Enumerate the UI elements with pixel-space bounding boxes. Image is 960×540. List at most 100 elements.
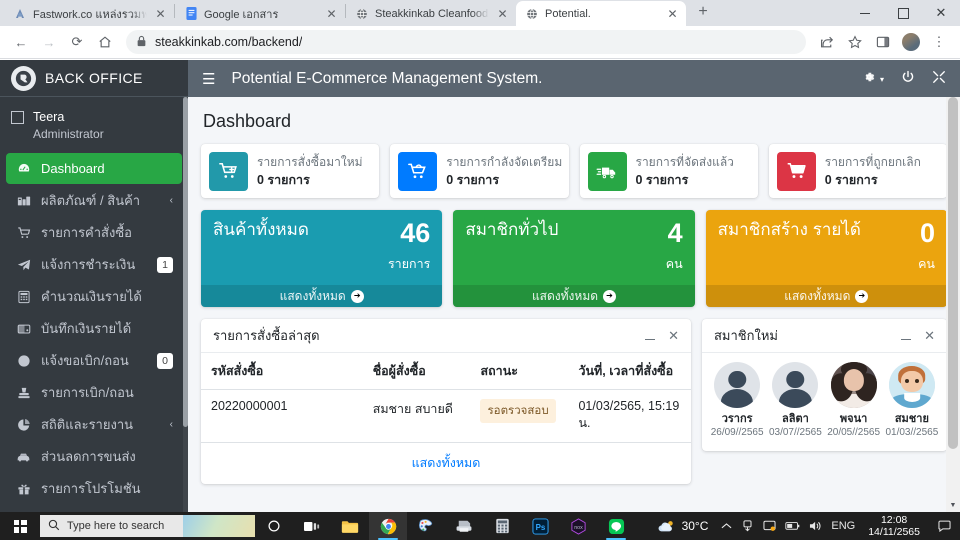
arrow-circle-right-icon: ➔	[855, 289, 869, 303]
sidebar-item-products[interactable]: ผลิตภัณฑ์ / สินค้า ‹	[6, 185, 182, 216]
browser-tab-1[interactable]: Fastwork.co แหล่งรวมฟรีแลนซ์คุณภ... ✕	[4, 1, 174, 26]
sidebar-item-shipping-discount[interactable]: ส่วนลดการขนส่ง	[6, 441, 182, 472]
window-minimize-button[interactable]	[846, 0, 884, 26]
list-item[interactable]: วรากร 26/09//2565	[710, 362, 764, 439]
browser-tab-4-active[interactable]: Potential. ✕	[516, 1, 686, 26]
user-name: Teera	[33, 110, 65, 124]
browser-tab-3[interactable]: Steakkinkab Cleanfood. ✕	[346, 1, 516, 26]
reload-icon[interactable]: ⟳	[64, 29, 90, 55]
language-indicator[interactable]: ENG	[831, 520, 855, 532]
power-icon[interactable]	[901, 70, 915, 87]
battery-icon[interactable]	[785, 521, 800, 531]
hamburger-icon[interactable]: ☰	[202, 70, 215, 88]
search-input[interactable]: Type here to search	[40, 515, 255, 537]
member-date: 01/03//2565	[885, 427, 939, 439]
table-row[interactable]: 20220000001 สมชาย สบายดี รอตรวจสอบ 01/03…	[201, 389, 691, 443]
stat-box-income-members[interactable]: สมาชิกสร้าง รายได้ 0 คน แสดงทั้งหมด ➔	[705, 210, 947, 307]
star-icon[interactable]	[842, 29, 868, 55]
page-scrollbar[interactable]: ▲ ▼	[946, 97, 960, 512]
sidebar-item-income-calc[interactable]: คำนวณเงินรายได้	[6, 281, 182, 312]
member-date: 20/05//2565	[827, 427, 881, 439]
window-close-button[interactable]: ✕	[922, 0, 960, 26]
gear-icon[interactable]: ▾	[862, 70, 884, 87]
chevron-up-icon[interactable]	[721, 522, 732, 530]
safety-icon[interactable]	[763, 520, 776, 532]
sidebar-item-payment-notify[interactable]: แจ้งการชำระเงิน 1	[6, 249, 182, 280]
scroll-down-arrow-icon[interactable]: ▼	[946, 498, 960, 512]
stat-footer-link[interactable]: แสดงทั้งหมด ➔	[453, 285, 695, 307]
nox-icon[interactable]: nox	[559, 512, 597, 540]
show-all-orders-link[interactable]: แสดงทั้งหมด	[201, 443, 691, 484]
onedrive-icon[interactable]	[741, 520, 754, 532]
photoshop-icon[interactable]: Ps	[521, 512, 559, 540]
clock[interactable]: 12:08 14/11/2565	[864, 514, 924, 538]
sidebar-item-income-record[interactable]: บันทึกเงินรายได้	[6, 313, 182, 344]
notification-icon[interactable]	[933, 520, 955, 532]
task-view-icon[interactable]	[293, 512, 331, 540]
stat-footer-link[interactable]: แสดงทั้งหมด ➔	[705, 285, 947, 307]
close-icon[interactable]: ✕	[924, 328, 935, 344]
column-header-datetime: วันที่, เวลาที่สั่งซื้อ	[568, 353, 691, 390]
side-panel-icon[interactable]	[870, 29, 896, 55]
brand-header[interactable]: BACK OFFICE	[0, 60, 188, 97]
home-icon[interactable]	[92, 29, 118, 55]
info-box-preparing[interactable]: รายการกำลังจัดเตรียม 0 รายการ	[390, 144, 569, 198]
line-icon[interactable]	[597, 512, 635, 540]
tab-close-icon[interactable]: ✕	[324, 6, 339, 21]
stat-box-products[interactable]: สินค้าทั้งหมด 46 รายการ แสดงทั้งหมด ➔	[201, 210, 443, 307]
sidebar-item-orders[interactable]: รายการคำสั่งซื้อ	[6, 217, 182, 248]
scrollbar-thumb[interactable]	[948, 97, 958, 449]
sidebar-item-promotions[interactable]: รายการโปรโมชัน	[6, 473, 182, 504]
new-tab-button[interactable]: +	[690, 0, 716, 25]
list-item[interactable]: ลลิตา 03/07//2565	[768, 362, 822, 439]
calculator-icon[interactable]	[483, 512, 521, 540]
tab-close-icon[interactable]: ✕	[153, 6, 168, 21]
address-bar[interactable]: steakkinkab.com/backend/	[126, 30, 806, 54]
share-icon[interactable]	[814, 29, 840, 55]
stat-footer-link[interactable]: แสดงทั้งหมด ➔	[201, 285, 443, 307]
chrome-icon[interactable]	[369, 512, 407, 540]
cortana-icon[interactable]	[255, 512, 293, 540]
info-box-new-orders[interactable]: รายการสั่งซื้อมาใหม่ 0 รายการ	[201, 144, 380, 198]
weather-widget[interactable]: 30°C	[657, 519, 713, 534]
paint-icon[interactable]	[407, 512, 445, 540]
windows-logo-icon	[13, 519, 27, 533]
browser-tab-title: Fastwork.co แหล่งรวมฟรีแลนซ์คุณภ...	[33, 8, 147, 21]
members-grid: วรากร 26/09//2565 ลลิตา 03/07//2565 พจนา…	[702, 353, 947, 451]
cell-status: รอตรวจสอบ	[470, 389, 569, 443]
info-box-shipped[interactable]: รายการที่จัดส่งแล้ว 0 รายการ	[579, 144, 758, 198]
volume-icon[interactable]	[809, 520, 822, 532]
window-maximize-button[interactable]	[884, 0, 922, 26]
minimize-icon[interactable]	[645, 328, 656, 343]
user-panel[interactable]: Teera Administrator	[0, 97, 188, 153]
list-item[interactable]: พจนา 20/05//2565	[827, 362, 881, 439]
info-box-text: รายการที่ถูกยกเลิก	[824, 154, 921, 169]
sidebar-item-dashboard[interactable]: Dashboard	[6, 153, 182, 185]
list-item[interactable]: สมชาย 01/03//2565	[885, 362, 939, 439]
start-button[interactable]	[0, 512, 40, 540]
paper-plane-icon	[15, 258, 32, 272]
avatar[interactable]	[902, 33, 920, 51]
back-icon[interactable]: ←	[8, 29, 34, 55]
info-box-cancelled[interactable]: รายการที่ถูกยกเลิก 0 รายการ	[768, 144, 947, 198]
browser-tab-title: Steakkinkab Cleanfood.	[375, 7, 489, 20]
sidebar-item-withdraw-list[interactable]: รายการเบิก/ถอน	[6, 377, 182, 408]
cart-cancel-icon	[776, 152, 816, 191]
close-icon[interactable]: ✕	[668, 328, 679, 344]
wallet-icon	[15, 322, 32, 336]
tab-close-icon[interactable]: ✕	[495, 6, 510, 21]
minimize-icon[interactable]	[901, 328, 912, 343]
tab-close-icon[interactable]: ✕	[665, 6, 680, 21]
printer-icon[interactable]	[445, 512, 483, 540]
stat-box-members[interactable]: สมาชิกทั่วไป 4 คน แสดงทั้งหมด ➔	[453, 210, 695, 307]
fullscreen-icon[interactable]	[932, 70, 946, 87]
stat-value: 0	[919, 218, 935, 248]
browser-tab-2[interactable]: Google เอกสาร ✕	[175, 1, 345, 26]
sidebar-item-withdraw-request[interactable]: ฿ แจ้งขอเบิก/ถอน 0	[6, 345, 182, 376]
chrome-menu-icon[interactable]: ⋮	[926, 29, 952, 55]
forward-icon[interactable]: →	[36, 29, 62, 55]
file-explorer-icon[interactable]	[331, 512, 369, 540]
sidebar-item-label: รายการเบิก/ถอน	[41, 385, 134, 401]
sidebar-item-statistics[interactable]: สถิติและรายงาน ‹	[6, 409, 182, 440]
cards-row: รายการสั่งซื้อล่าสุด ✕ รหัสสั่งซื้อ ชื่อ…	[201, 319, 947, 484]
